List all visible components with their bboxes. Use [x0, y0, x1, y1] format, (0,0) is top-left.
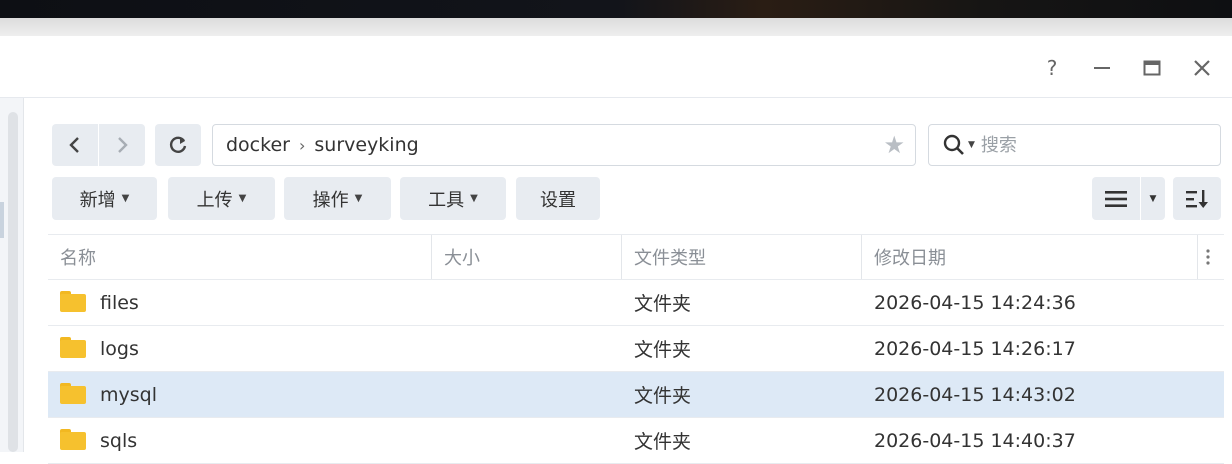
list-icon [1105, 190, 1127, 207]
tools-label: 工具 [428, 189, 465, 211]
settings-button[interactable]: 设置 [516, 177, 600, 220]
search-box[interactable]: ▼ [928, 124, 1221, 166]
create-label: 新增 [79, 189, 116, 211]
file-modified: 2026-04-15 14:43:02 [874, 383, 1076, 406]
chevron-left-icon [69, 137, 79, 153]
window-shadow [0, 18, 1232, 36]
table-row[interactable]: sqls 文件夹 2026-04-15 14:40:37 [48, 418, 1224, 464]
folder-icon [60, 383, 86, 404]
table-row-selected[interactable]: mysql 文件夹 2026-04-15 14:43:02 [48, 372, 1224, 418]
file-type: 文件夹 [634, 339, 692, 361]
file-name: sqls [100, 429, 138, 452]
upload-label: 上传 [196, 189, 233, 211]
list-view-button[interactable] [1092, 177, 1140, 220]
sidebar-scrollbar[interactable] [0, 98, 24, 452]
table-header: 名称 大小 文件类型 修改日期 [48, 234, 1224, 280]
sidebar-selection-marker [0, 202, 4, 238]
chevron-down-icon: ▼ [354, 193, 363, 204]
table-row[interactable]: logs 文件夹 2026-04-15 14:26:17 [48, 326, 1224, 372]
star-icon[interactable]: ★ [883, 131, 905, 159]
column-header-modified[interactable]: 修改日期 [862, 235, 1198, 279]
file-station-window: ? docker › surveyking ★ ▼ 搜索 新增 ▼ 上传 ▼ 操… [0, 36, 1232, 464]
file-modified: 2026-04-15 14:40:37 [874, 429, 1076, 452]
close-icon[interactable] [1188, 54, 1216, 82]
desktop-background-strip [0, 0, 1232, 18]
settings-label: 设置 [540, 189, 576, 211]
table-row[interactable]: files 文件夹 2026-04-15 14:24:36 [48, 280, 1224, 326]
sort-icon [1186, 189, 1208, 208]
file-type: 文件夹 [634, 385, 692, 407]
back-button[interactable] [52, 124, 98, 166]
column-header-name[interactable]: 名称 [48, 235, 432, 279]
file-name: logs [100, 337, 139, 360]
file-name: files [100, 291, 139, 314]
column-header-type[interactable]: 文件类型 [622, 235, 862, 279]
chevron-right-icon [118, 137, 128, 153]
breadcrumb-docker[interactable]: docker [226, 134, 290, 156]
refresh-button[interactable] [155, 124, 201, 166]
chevron-down-icon: ▼ [1149, 193, 1157, 204]
forward-button[interactable] [99, 124, 145, 166]
file-type: 文件夹 [634, 293, 692, 315]
title-bar: ? [0, 36, 1232, 98]
sort-button[interactable] [1173, 177, 1221, 220]
file-table: 名称 大小 文件类型 修改日期 files 文件夹 2026-04-15 14:… [48, 234, 1224, 464]
folder-icon [60, 337, 86, 358]
scrollbar-thumb[interactable] [8, 112, 18, 452]
maximize-icon[interactable] [1138, 54, 1166, 82]
search-input[interactable] [980, 134, 1181, 156]
create-button[interactable]: 新增 ▼ [52, 177, 157, 220]
tools-button[interactable]: 工具 ▼ [400, 177, 506, 220]
chevron-down-icon: ▼ [470, 193, 478, 204]
file-modified: 2026-04-15 14:24:36 [874, 291, 1076, 314]
column-header-size[interactable]: 大小 [432, 235, 622, 279]
chevron-down-icon: ▼ [238, 193, 247, 204]
action-button[interactable]: 操作 ▼ [284, 177, 391, 220]
breadcrumb-separator: › [298, 135, 306, 155]
search-icon[interactable] [943, 134, 965, 156]
chevron-down-icon: ▼ [121, 193, 130, 204]
help-icon[interactable]: ? [1038, 54, 1066, 82]
view-options-button[interactable]: ▼ [1141, 177, 1165, 220]
file-type: 文件夹 [634, 431, 692, 453]
column-menu-icon[interactable] [1198, 235, 1224, 279]
folder-icon [60, 291, 86, 312]
minimize-icon[interactable] [1088, 54, 1116, 82]
folder-icon [60, 429, 86, 450]
file-modified: 2026-04-15 14:26:17 [874, 337, 1076, 360]
refresh-icon [169, 136, 187, 153]
breadcrumb-surveyking[interactable]: surveyking [314, 134, 418, 156]
search-options-caret-icon[interactable]: ▼ [968, 140, 975, 150]
path-bar[interactable]: docker › surveyking ★ [212, 124, 916, 166]
upload-button[interactable]: 上传 ▼ [168, 177, 275, 220]
file-name: mysql [100, 383, 157, 406]
action-label: 操作 [312, 189, 349, 211]
